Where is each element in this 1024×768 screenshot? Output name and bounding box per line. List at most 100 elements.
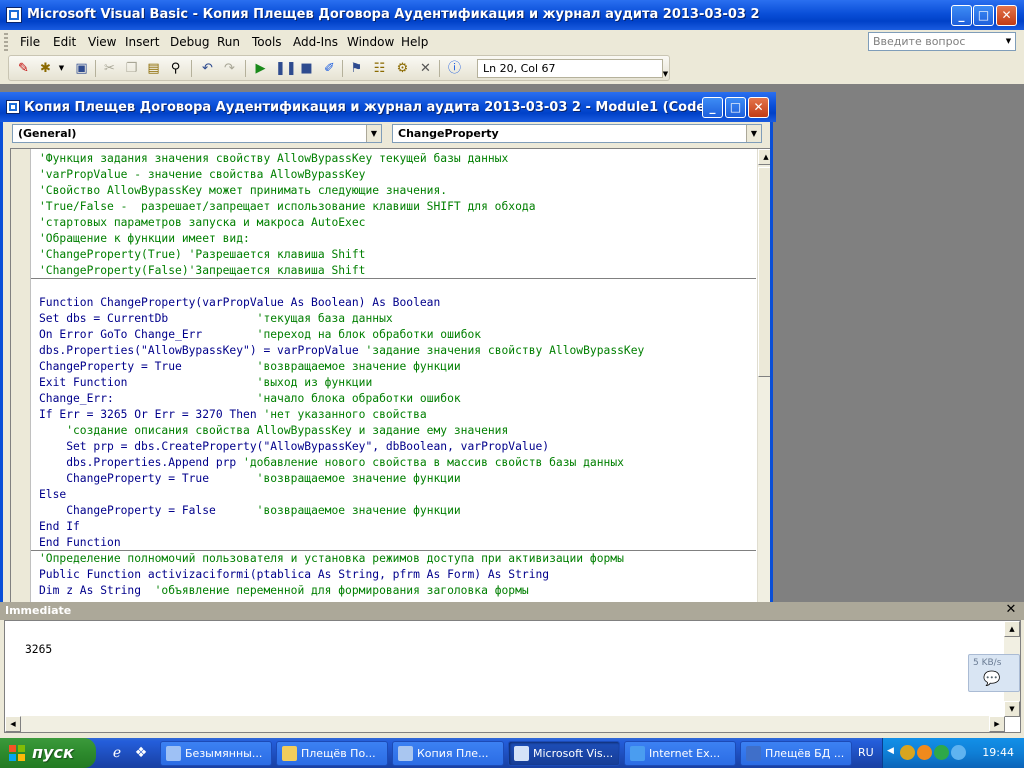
code-line[interactable]: 'Определение полномочий пользователя и у… [39,551,644,567]
insert-module-icon[interactable]: ✱ [37,60,54,77]
code-lines[interactable]: 'Функция задания значения свойству Allow… [39,151,644,599]
immediate-close-icon[interactable]: ✕ [1004,603,1018,617]
scroll-right-arrow-icon[interactable]: ▶ [989,716,1005,732]
menu-file[interactable]: File [20,35,40,49]
code-line[interactable] [39,279,644,295]
chevron-down-icon[interactable]: ▼ [1002,33,1015,50]
menu-window[interactable]: Window [347,35,394,49]
object-browser-icon[interactable]: ⚙ [394,60,411,77]
menu-insert[interactable]: Insert [125,35,159,49]
code-margin-indicator-bar[interactable] [11,149,31,602]
code-editor[interactable]: 'Функция задания значения свойству Allow… [10,148,770,602]
code-line[interactable]: End If [39,519,644,535]
code-line[interactable]: Change_Err: 'начало блока обработки ошиб… [39,391,644,407]
scroll-up-arrow-icon[interactable]: ▲ [758,149,770,165]
help-search-input[interactable]: Введите вопрос ▼ [868,32,1016,51]
tray-speaker-icon[interactable] [951,745,966,760]
taskbar-item-3[interactable]: Копия Пле... [392,741,504,766]
menu-debug[interactable]: Debug [170,35,209,49]
code-line[interactable]: Exit Function 'выход из функции [39,375,644,391]
toolbox-icon[interactable]: ✕ [417,60,434,77]
code-close-button[interactable]: ✕ [748,97,769,118]
scroll-down-arrow-icon[interactable]: ▼ [1004,701,1020,717]
copy-icon[interactable]: ❐ [123,60,140,77]
help-icon[interactable]: ⓘ [446,60,463,77]
main-title-bar[interactable]: Microsoft Visual Basic - Копия Плещев До… [0,0,1024,30]
maximize-button[interactable]: □ [973,5,994,26]
save-icon[interactable]: ▣ [73,60,90,77]
code-window-title-bar[interactable]: Копия Плещев Договора Аудентификация и ж… [0,92,776,122]
code-line[interactable]: Dim z As String 'объявление переменной д… [39,583,644,599]
immediate-output[interactable]: 3265 [25,643,52,656]
object-combo[interactable]: (General) ▼ [12,124,382,143]
code-vertical-scrollbar[interactable]: ▲ [757,149,770,602]
internet-explorer-quicklaunch-icon[interactable]: ℯ [108,744,126,762]
tray-network-icon[interactable] [934,745,949,760]
code-line[interactable]: dbs.Properties.Append prp 'добавление но… [39,455,644,471]
code-line[interactable]: 'создание описания свойства AllowBypassK… [39,423,644,439]
close-button[interactable]: ✕ [996,5,1017,26]
code-line[interactable]: dbs.Properties("AllowBypassKey") = varPr… [39,343,644,359]
find-icon[interactable]: ⚲ [167,60,184,77]
cut-icon[interactable]: ✂ [101,60,118,77]
minimize-button[interactable]: _ [951,5,972,26]
insert-dropdown-icon[interactable]: ▼ [53,60,70,77]
code-line[interactable]: ChangeProperty = False 'возвращаемое зна… [39,503,644,519]
menu-edit[interactable]: Edit [53,35,76,49]
scroll-up-arrow-icon[interactable]: ▲ [1004,621,1020,637]
vba-app-icon[interactable] [6,7,22,23]
start-button[interactable]: пуск [0,738,96,768]
tray-antivirus-icon[interactable] [917,745,932,760]
menu-tools[interactable]: Tools [252,35,282,49]
menu-grip[interactable] [4,33,8,51]
code-line[interactable]: Set dbs = CurrentDb 'текущая база данных [39,311,644,327]
taskbar-item-4[interactable]: Microsoft Vis... [508,741,620,766]
menu-run[interactable]: Run [217,35,240,49]
explorer-quicklaunch-icon[interactable]: ❖ [132,744,150,762]
menu-view[interactable]: View [88,35,116,49]
language-indicator[interactable]: RU [858,746,874,759]
toolbar-options-icon[interactable]: ▼ [657,66,674,83]
chevron-down-icon[interactable]: ▼ [366,125,381,142]
code-minimize-button[interactable]: _ [702,97,723,118]
redo-icon[interactable]: ↷ [221,60,238,77]
tray-app-icon[interactable] [900,745,915,760]
code-line[interactable]: Else [39,487,644,503]
code-window-icon[interactable] [6,100,20,114]
properties-window-icon[interactable]: ☷ [371,60,388,77]
taskbar-item-2[interactable]: Плещёв По... [276,741,388,766]
undo-icon[interactable]: ↶ [199,60,216,77]
code-line[interactable]: 'varPropValue - значение свойства AllowB… [39,167,644,183]
code-line[interactable]: Set prp = dbs.CreateProperty("AllowBypas… [39,439,644,455]
menu-help[interactable]: Help [401,35,428,49]
scroll-left-arrow-icon[interactable]: ◀ [5,716,21,732]
immediate-window[interactable]: 3265 ▲ ▼ ◀ ▶ [4,620,1021,733]
tray-expand-icon[interactable]: ◀ [887,746,894,756]
chevron-down-icon[interactable]: ▼ [746,125,761,142]
reset-icon[interactable]: ■ [298,60,315,77]
code-line[interactable]: ChangeProperty = True 'возвращаемое знач… [39,471,644,487]
code-line[interactable]: Function ChangeProperty(varPropValue As … [39,295,644,311]
project-explorer-icon[interactable]: ⚑ [348,60,365,77]
run-icon[interactable]: ▶ [252,60,269,77]
procedure-combo[interactable]: ChangeProperty ▼ [392,124,762,143]
code-line[interactable]: End Function [39,535,644,551]
code-line[interactable]: On Error GoTo Change_Err 'переход на бло… [39,327,644,343]
immediate-horizontal-scrollbar[interactable]: ◀ ▶ [5,716,1005,732]
taskbar-item-6[interactable]: Плещёв БД ... [740,741,852,766]
code-line[interactable]: Public Function activizaciformi(ptablica… [39,567,644,583]
immediate-title-bar[interactable]: Immediate ✕ [0,602,1024,620]
code-line[interactable]: 'Функция задания значения свойству Allow… [39,151,644,167]
code-line[interactable]: 'Свойство AllowBypassKey может принимать… [39,183,644,199]
code-line[interactable]: 'ChangeProperty(False)'Запрещается клави… [39,263,644,279]
network-speed-widget[interactable]: 5 KB/s 💬 [968,654,1020,692]
paste-icon[interactable]: ▤ [145,60,162,77]
code-line[interactable]: If Err = 3265 Or Err = 3270 Then 'нет ук… [39,407,644,423]
clock[interactable]: 19:44 [982,746,1014,759]
view-access-icon[interactable]: ✎ [15,60,32,77]
break-icon[interactable]: ❚❚ [275,60,297,77]
code-line[interactable]: 'Обращение к функции имеет вид: [39,231,644,247]
code-maximize-button[interactable]: □ [725,97,746,118]
code-line[interactable]: 'стартовых параметров запуска и макроса … [39,215,644,231]
code-line[interactable]: 'True/False - разрешает/запрещает исполь… [39,199,644,215]
